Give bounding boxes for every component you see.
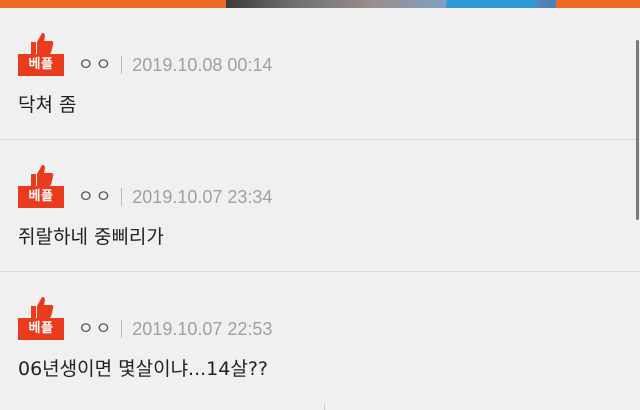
banner-photo xyxy=(226,0,556,8)
comment-timestamp: 2019.10.07 22:53 xyxy=(132,319,273,339)
comment-text: 06년생이면 몇살이냐...14살?? xyxy=(18,358,269,380)
meta-divider xyxy=(121,320,123,338)
comment-text: 닥쳐 좀 xyxy=(18,94,77,116)
comment-meta: 베플 ㅇㅇ 2019.10.08 00:14 xyxy=(18,28,272,76)
best-comment-badge: 베플 xyxy=(18,294,64,340)
comment-item: 베플 ㅇㅇ 2019.10.08 00:14 닥쳐 좀 xyxy=(0,8,640,140)
meta-divider xyxy=(121,188,123,206)
comment-timestamp: 2019.10.07 23:34 xyxy=(132,187,273,207)
username[interactable]: ㅇㅇ xyxy=(78,186,113,208)
bottom-divider xyxy=(324,404,325,410)
meta-divider xyxy=(121,56,123,74)
best-badge-label: 베플 xyxy=(18,54,64,76)
best-comment-badge: 베플 xyxy=(18,30,64,76)
thumbs-up-icon xyxy=(31,165,54,186)
comment-item: 베플 ㅇㅇ 2019.10.07 23:34 쥐랄하네 중삐리가 xyxy=(0,140,640,272)
best-comment-badge: 베플 xyxy=(18,162,64,208)
comment-item: 베플 ㅇㅇ 2019.10.07 22:53 06년생이면 몇살이냐...14살… xyxy=(0,272,640,404)
comment-text: 쥐랄하네 중삐리가 xyxy=(18,226,164,248)
top-banner-image xyxy=(0,0,640,8)
comment-meta: 베플 ㅇㅇ 2019.10.07 22:53 xyxy=(18,292,272,340)
comment-meta: 베플 ㅇㅇ 2019.10.07 23:34 xyxy=(18,160,272,208)
username[interactable]: ㅇㅇ xyxy=(78,54,113,76)
scrollbar[interactable] xyxy=(636,40,639,220)
best-badge-label: 베플 xyxy=(18,318,64,340)
thumbs-up-icon xyxy=(31,297,54,318)
thumbs-up-icon xyxy=(31,33,54,54)
comment-timestamp: 2019.10.08 00:14 xyxy=(132,55,273,75)
comment-list: 베플 ㅇㅇ 2019.10.08 00:14 닥쳐 좀 베플 ㅇㅇ 2019.1… xyxy=(0,8,640,404)
best-badge-label: 베플 xyxy=(18,186,64,208)
username[interactable]: ㅇㅇ xyxy=(78,318,113,340)
